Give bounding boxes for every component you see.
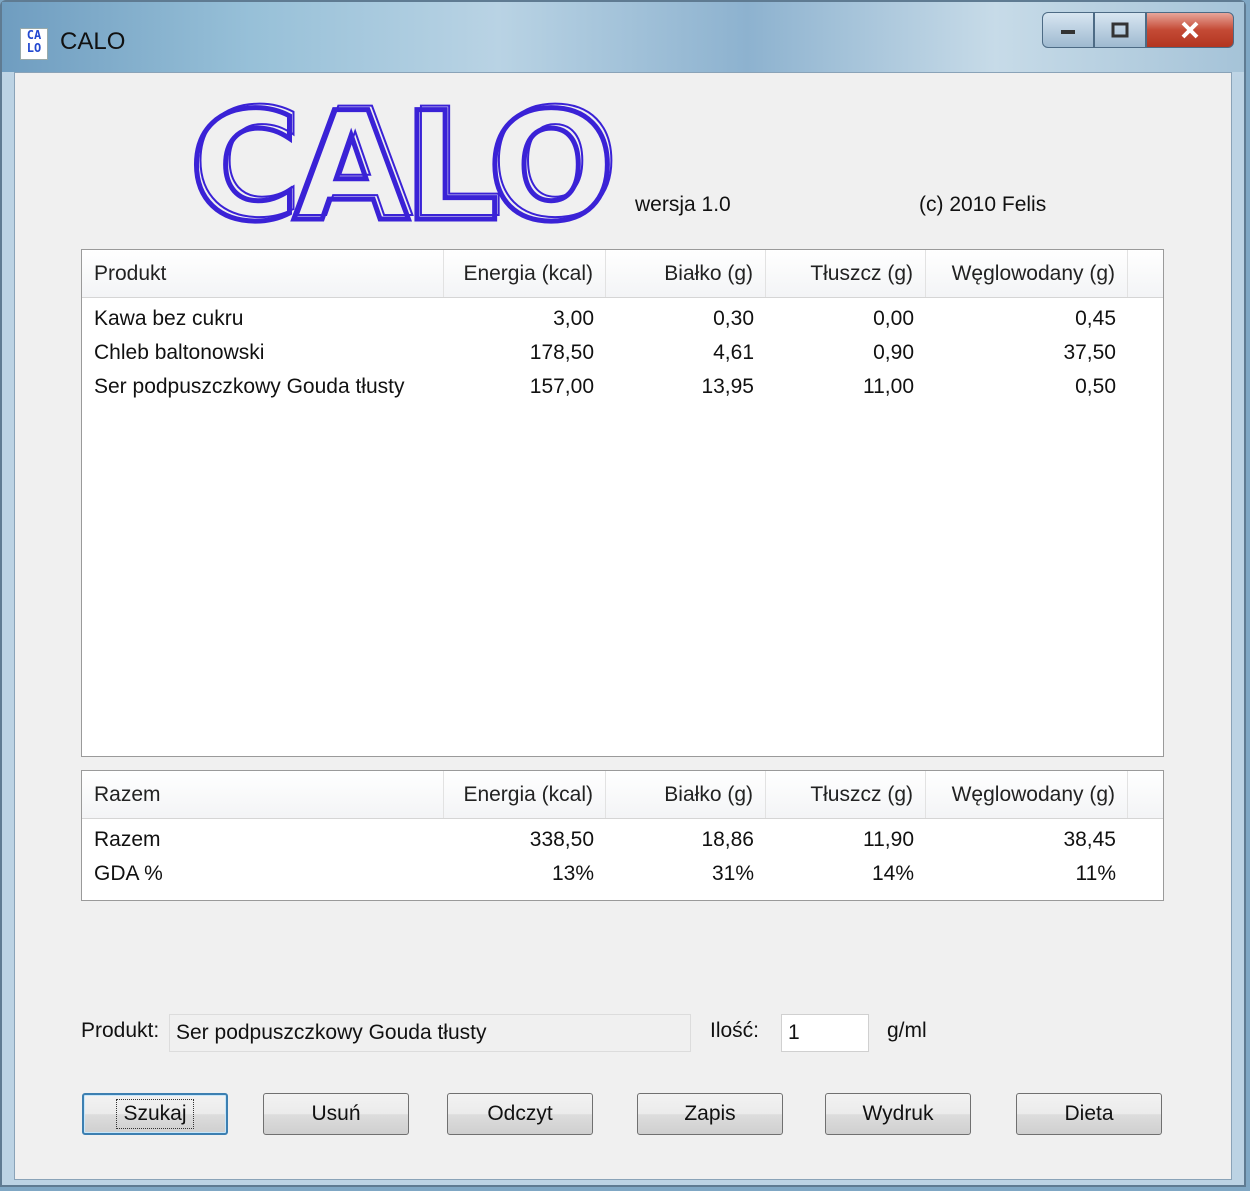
- diet-button[interactable]: Dieta: [1016, 1093, 1162, 1135]
- column-header-protein[interactable]: Białko (g): [606, 771, 766, 818]
- calo-logo: CALO CALO: [187, 91, 614, 231]
- cell-carbs: 0,45: [1075, 307, 1116, 330]
- cell-protein: 31%: [711, 862, 754, 885]
- cell-carbs: 38,45: [1063, 828, 1116, 851]
- table-row[interactable]: Kawa bez cukru 3,00 0,30 0,00 0,45: [82, 302, 1163, 336]
- column-header-fat[interactable]: Tłuszcz (g): [766, 771, 926, 818]
- cell-fat: 0,00: [873, 307, 914, 330]
- table-row[interactable]: GDA % 13% 31% 14% 11%: [82, 857, 1163, 891]
- main-panel: CALO CALO wersja 1.0 (c) 2010 Felis Prod…: [14, 72, 1232, 1180]
- cell-carbs: 0,50: [1075, 375, 1116, 398]
- unit-label: g/ml: [887, 1019, 927, 1042]
- products-table-header: Produkt Energia (kcal) Białko (g) Tłuszc…: [82, 250, 1163, 298]
- cell-energy: 13%: [551, 862, 594, 885]
- quantity-label: Ilość:: [710, 1019, 760, 1042]
- column-header-filler: [1128, 250, 1163, 297]
- cell-energy: 157,00: [529, 375, 594, 398]
- read-button[interactable]: Odczyt: [447, 1093, 593, 1135]
- cell-product: Chleb baltonowski: [94, 341, 265, 364]
- search-button[interactable]: Szukaj: [82, 1093, 228, 1135]
- window-title: CALO: [60, 28, 126, 55]
- search-button-label: Szukaj: [116, 1099, 194, 1129]
- cell-protein: 13,95: [701, 375, 754, 398]
- app-window: CA LO CALO CALO CALO wersja 1.0 (c) 2010…: [0, 0, 1246, 1187]
- cell-energy: 338,50: [529, 828, 594, 851]
- cell-label: Razem: [94, 828, 161, 851]
- column-header-protein[interactable]: Białko (g): [606, 250, 766, 297]
- product-label: Produkt:: [81, 1019, 160, 1042]
- column-header-total[interactable]: Razem: [82, 771, 444, 818]
- cell-protein: 4,61: [713, 341, 754, 364]
- close-button[interactable]: [1146, 12, 1234, 48]
- title-bar[interactable]: CA LO CALO: [2, 2, 1244, 72]
- version-label: wersja 1.0: [635, 193, 731, 216]
- product-field[interactable]: Ser podpuszczkowy Gouda tłusty: [169, 1014, 691, 1052]
- copyright-label: (c) 2010 Felis: [919, 193, 1047, 216]
- cell-product: Kawa bez cukru: [94, 307, 244, 330]
- cell-label: GDA %: [94, 862, 163, 885]
- column-header-energy[interactable]: Energia (kcal): [444, 250, 606, 297]
- save-button[interactable]: Zapis: [637, 1093, 783, 1135]
- delete-button[interactable]: Usuń: [263, 1093, 409, 1135]
- cell-protein: 18,86: [701, 828, 754, 851]
- table-row[interactable]: Chleb baltonowski 178,50 4,61 0,90 37,50: [82, 336, 1163, 370]
- app-icon: CA LO: [20, 28, 48, 60]
- table-row[interactable]: Ser podpuszczkowy Gouda tłusty 157,00 13…: [82, 370, 1163, 404]
- column-header-fat[interactable]: Tłuszcz (g): [766, 250, 926, 297]
- column-header-carbs[interactable]: Węglowodany (g): [926, 250, 1128, 297]
- cell-carbs: 11%: [1075, 862, 1116, 885]
- column-header-filler: [1128, 771, 1163, 818]
- close-icon: [1181, 21, 1199, 39]
- cell-energy: 3,00: [553, 307, 594, 330]
- cell-carbs: 37,50: [1063, 341, 1116, 364]
- column-header-product[interactable]: Produkt: [82, 250, 444, 297]
- column-header-energy[interactable]: Energia (kcal): [444, 771, 606, 818]
- column-header-carbs[interactable]: Węglowodany (g): [926, 771, 1128, 818]
- minimize-button[interactable]: [1042, 12, 1094, 48]
- minimize-icon: [1061, 30, 1075, 34]
- cell-product: Ser podpuszczkowy Gouda tłusty: [94, 375, 405, 398]
- totals-table[interactable]: Razem Energia (kcal) Białko (g) Tłuszcz …: [81, 770, 1164, 901]
- svg-text:CALO: CALO: [193, 91, 613, 231]
- cell-fat: 11,00: [863, 375, 914, 398]
- print-button[interactable]: Wydruk: [825, 1093, 971, 1135]
- table-row[interactable]: Razem 338,50 18,86 11,90 38,45: [82, 823, 1163, 857]
- cell-fat: 0,90: [873, 341, 914, 364]
- cell-fat: 14%: [871, 862, 914, 885]
- maximize-icon: [1111, 22, 1129, 38]
- quantity-input[interactable]: [781, 1014, 869, 1052]
- totals-table-header: Razem Energia (kcal) Białko (g) Tłuszcz …: [82, 771, 1163, 819]
- window-controls: [1042, 12, 1234, 48]
- cell-protein: 0,30: [713, 307, 754, 330]
- cell-energy: 178,50: [529, 341, 594, 364]
- maximize-button[interactable]: [1094, 12, 1146, 48]
- products-table[interactable]: Produkt Energia (kcal) Białko (g) Tłuszc…: [81, 249, 1164, 757]
- cell-fat: 11,90: [863, 828, 914, 851]
